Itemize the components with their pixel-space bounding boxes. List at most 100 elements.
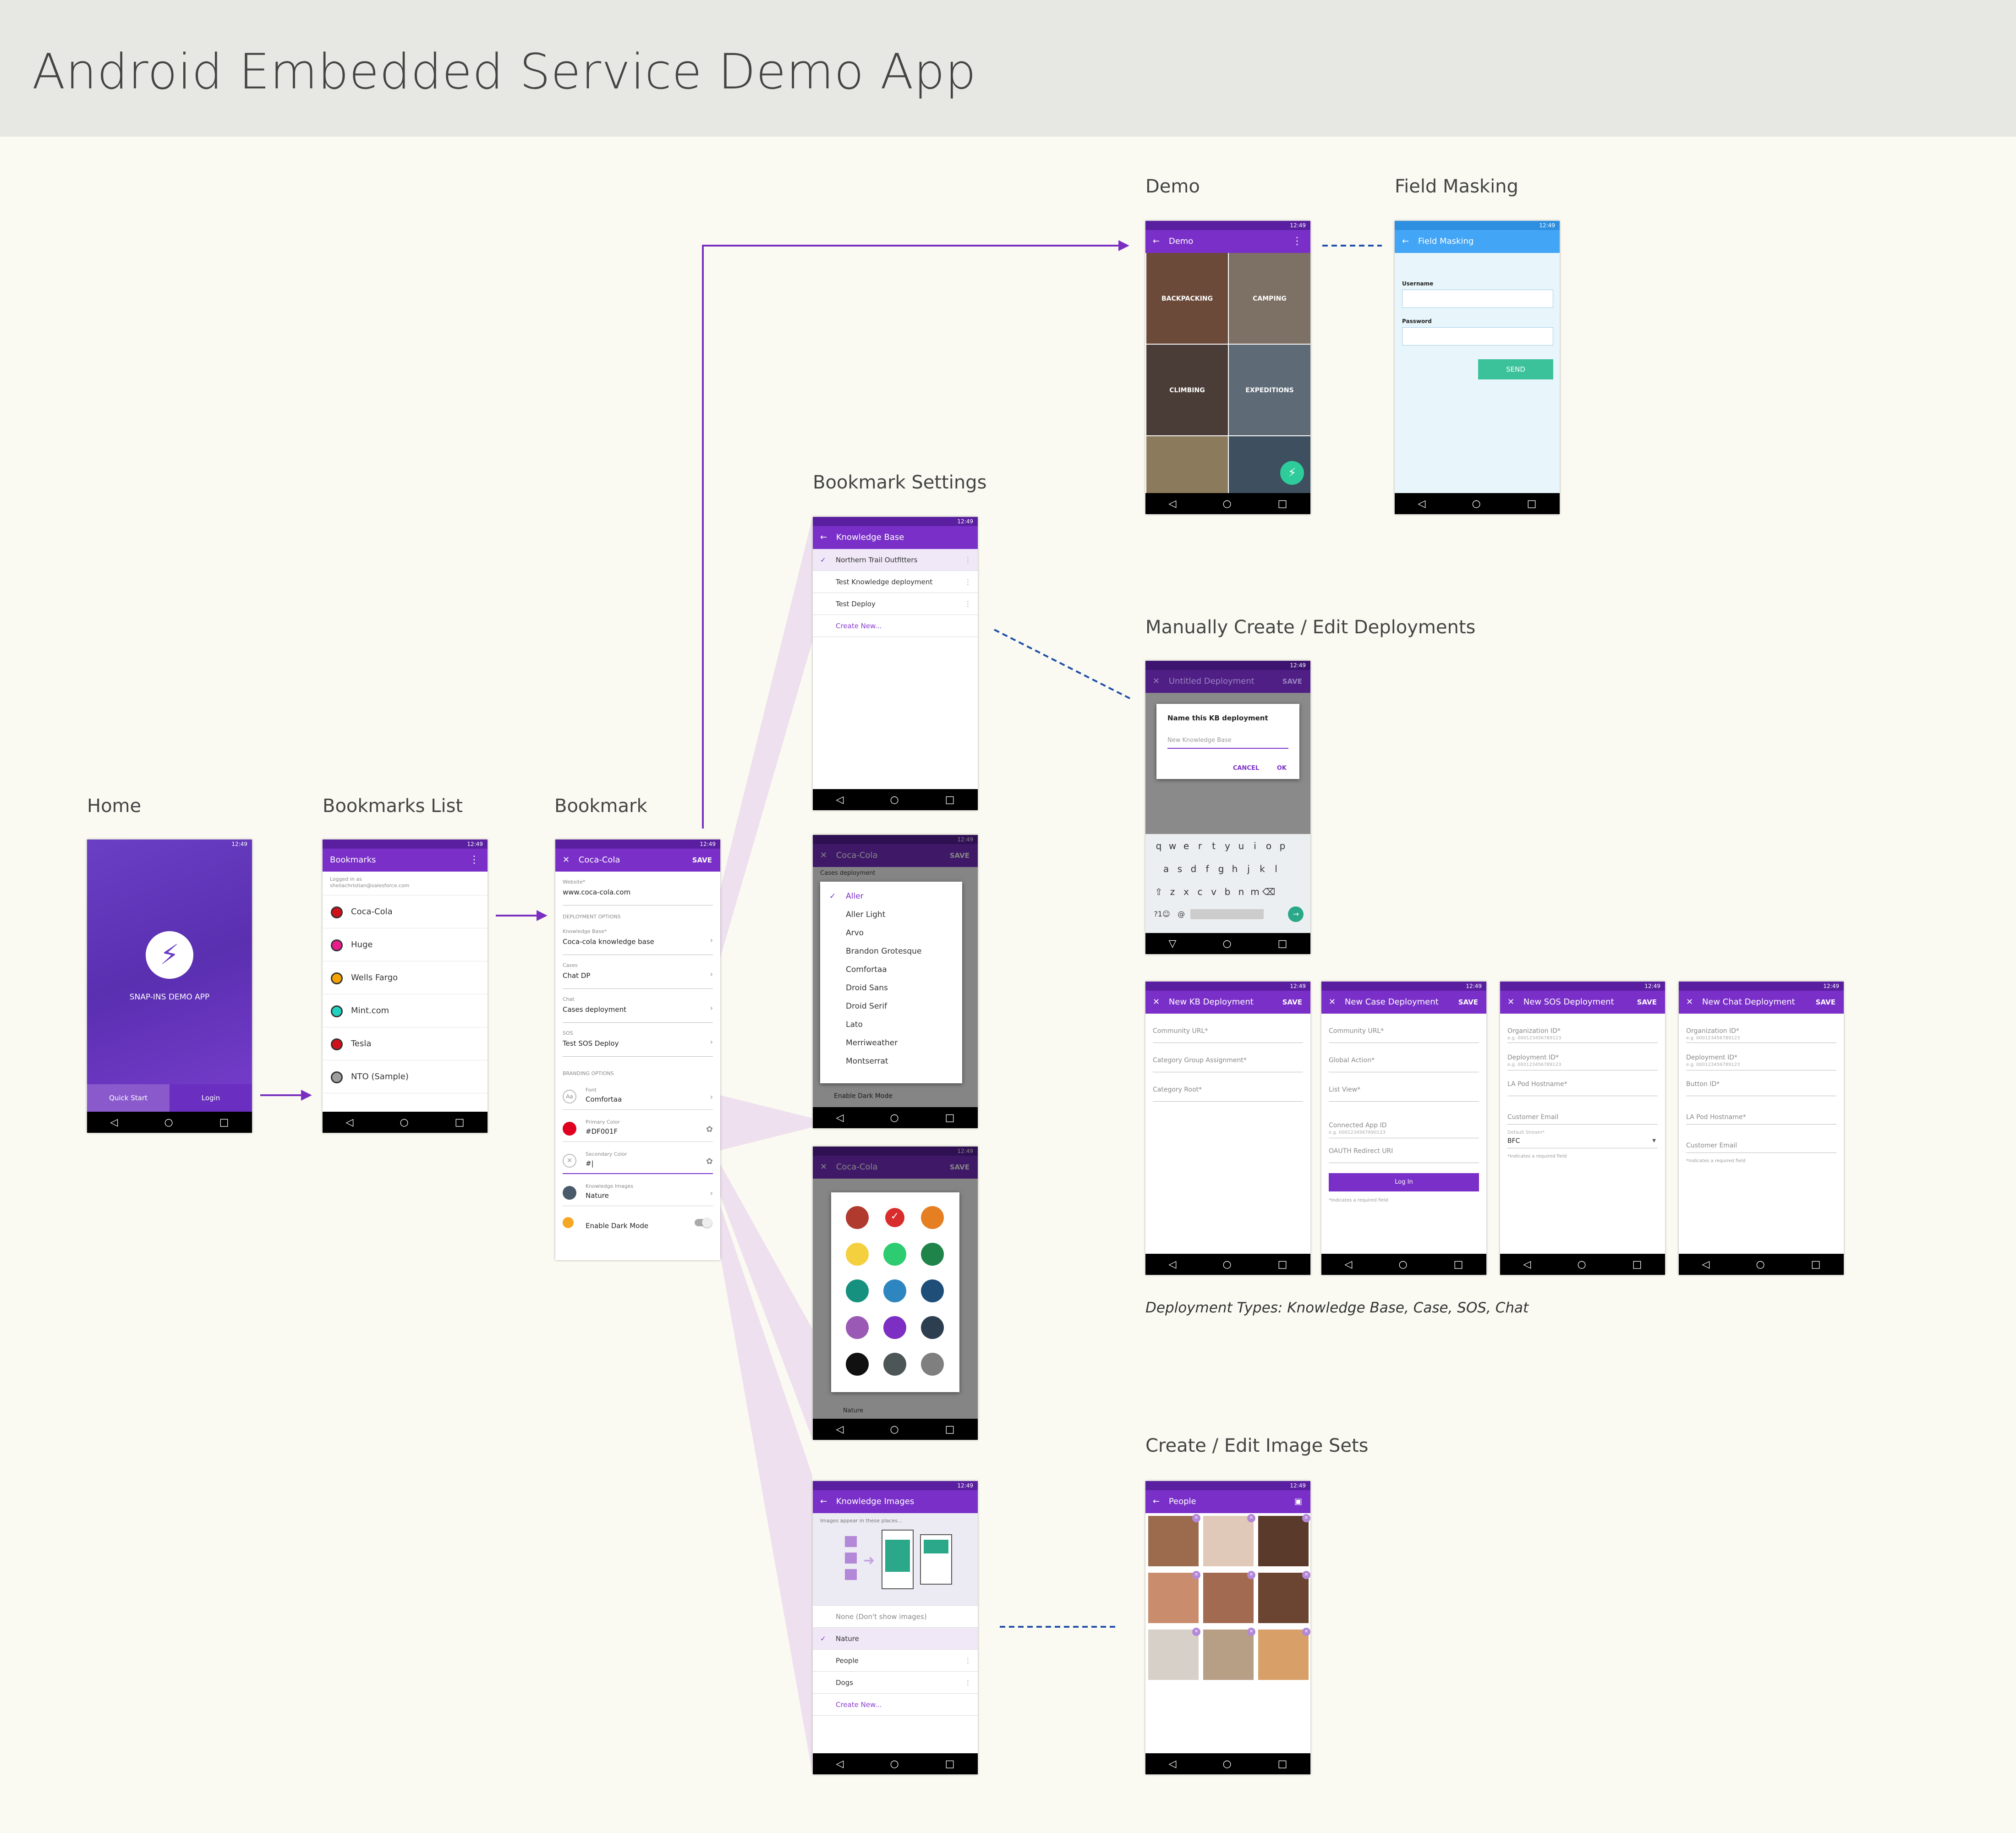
- category-tile[interactable]: EXPEDITIONS: [1229, 345, 1310, 435]
- keyboard-key[interactable]: z: [1166, 883, 1179, 901]
- recents-icon[interactable]: □: [945, 794, 955, 806]
- remove-photo-icon[interactable]: ✕: [1247, 1628, 1255, 1636]
- close-icon[interactable]: ✕: [1329, 997, 1336, 1007]
- photo-thumbnail[interactable]: ✕: [1203, 1514, 1255, 1566]
- back-arrow-icon[interactable]: ←: [1153, 236, 1160, 246]
- photo-thumbnail[interactable]: ✕: [1258, 1571, 1310, 1623]
- save-button[interactable]: SAVE: [1458, 991, 1478, 1014]
- deployment-id-field[interactable]: Deployment ID* e.g. 000123456789123: [1507, 1043, 1658, 1070]
- bookmark-row[interactable]: Huge: [323, 928, 488, 961]
- log-in-button[interactable]: Log In: [1329, 1173, 1479, 1191]
- category-tile[interactable]: CLIMBING: [1146, 345, 1228, 435]
- login-button[interactable]: Login: [170, 1084, 252, 1112]
- back-icon[interactable]: ◁: [836, 1758, 844, 1770]
- keyboard-key[interactable]: o: [1262, 837, 1276, 855]
- color-swatch[interactable]: [921, 1243, 944, 1266]
- cancel-button[interactable]: CANCEL: [1233, 765, 1259, 772]
- create-new-link[interactable]: Create New...: [813, 1694, 978, 1716]
- deployment-name-input[interactable]: New Knowledge Base: [1167, 737, 1288, 749]
- remove-photo-icon[interactable]: ✕: [1302, 1628, 1310, 1636]
- font-row[interactable]: Aa Font Comfortaa ›: [563, 1078, 713, 1110]
- keyboard-key[interactable]: f: [1200, 860, 1214, 878]
- home-icon[interactable]: ○: [1398, 1259, 1407, 1270]
- font-option[interactable]: Aller Light: [820, 906, 962, 924]
- back-icon[interactable]: ◁: [836, 1112, 844, 1124]
- bookmark-row[interactable]: Tesla: [323, 1027, 488, 1060]
- recents-icon[interactable]: □: [1278, 1758, 1287, 1770]
- remove-photo-icon[interactable]: ✕: [1247, 1571, 1255, 1579]
- home-icon[interactable]: ○: [890, 1758, 898, 1770]
- more-icon[interactable]: ⋮: [964, 1650, 971, 1672]
- enter-key[interactable]: →: [1288, 906, 1304, 922]
- secondary-color-input[interactable]: #|: [586, 1159, 594, 1168]
- list-view-field[interactable]: List View*: [1329, 1072, 1479, 1102]
- recents-icon[interactable]: □: [945, 1424, 955, 1435]
- keyboard-key[interactable]: t: [1207, 837, 1221, 855]
- keyboard-key[interactable]: h: [1228, 860, 1242, 878]
- keyboard-key[interactable]: q: [1152, 837, 1166, 855]
- remove-photo-icon[interactable]: ✕: [1192, 1571, 1200, 1579]
- kb-field[interactable]: Knowledge Base* Coca-cola knowledge base…: [563, 921, 713, 955]
- keyboard-key[interactable]: l: [1269, 860, 1283, 878]
- list-item[interactable]: Test Deploy ⋮: [813, 593, 978, 615]
- snapins-fab[interactable]: ⚡: [1280, 461, 1304, 485]
- color-swatch[interactable]: [846, 1279, 869, 1302]
- overflow-menu-icon[interactable]: ⋮: [469, 849, 479, 872]
- recents-icon[interactable]: □: [1811, 1259, 1821, 1270]
- at-key[interactable]: @: [1174, 910, 1188, 918]
- home-icon[interactable]: ○: [1222, 938, 1231, 949]
- photo-thumbnail[interactable]: ✕: [1258, 1514, 1310, 1566]
- color-swatch[interactable]: [883, 1279, 906, 1302]
- back-icon[interactable]: ◁: [1702, 1259, 1710, 1270]
- save-button[interactable]: SAVE: [1637, 991, 1657, 1014]
- keyboard-key[interactable]: m: [1248, 883, 1262, 901]
- connected-app-id-field[interactable]: Connected App ID e.g. 0001234567890123: [1329, 1102, 1479, 1138]
- keyboard-key[interactable]: n: [1234, 883, 1248, 901]
- font-option[interactable]: Montserrat: [820, 1052, 962, 1070]
- category-group-field[interactable]: Category Group Assignment*: [1153, 1043, 1303, 1072]
- font-option[interactable]: Comfortaa: [820, 960, 962, 979]
- save-button[interactable]: SAVE: [1282, 670, 1302, 693]
- username-input[interactable]: [1402, 290, 1553, 308]
- back-icon[interactable]: ◁: [1169, 498, 1177, 510]
- color-swatch[interactable]: [883, 1316, 906, 1339]
- home-icon[interactable]: ○: [890, 1424, 898, 1435]
- home-icon[interactable]: ○: [890, 794, 898, 806]
- color-swatch[interactable]: ✓: [883, 1206, 906, 1229]
- photo-thumbnail[interactable]: ✕: [1258, 1628, 1310, 1680]
- global-action-field[interactable]: Global Action*: [1329, 1043, 1479, 1072]
- knowledge-images-row[interactable]: Knowledge Images Nature ›: [563, 1174, 713, 1206]
- list-item[interactable]: Test Knowledge deployment ⋮: [813, 571, 978, 593]
- back-icon[interactable]: ◁: [346, 1117, 354, 1128]
- color-swatch[interactable]: [921, 1353, 944, 1376]
- recents-icon[interactable]: □: [1527, 498, 1537, 510]
- keyboard-key[interactable]: v: [1207, 883, 1221, 901]
- back-icon[interactable]: ◁: [1169, 1758, 1177, 1770]
- home-icon[interactable]: ○: [1756, 1259, 1764, 1270]
- chat-field[interactable]: Chat Cases deployment ›: [563, 989, 713, 1023]
- sos-field[interactable]: SOS Test SOS Deploy ›: [563, 1023, 713, 1057]
- cases-field[interactable]: Cases Chat DP ›: [563, 955, 713, 989]
- organization-id-field[interactable]: Organization ID* e.g. 000123456789123: [1507, 1014, 1658, 1043]
- deployment-id-field[interactable]: Deployment ID* e.g. 000123456789123: [1686, 1043, 1836, 1070]
- list-item[interactable]: ✓ Nature: [813, 1628, 978, 1650]
- oauth-redirect-field[interactable]: OAUTH Redirect URI: [1329, 1138, 1479, 1163]
- photo-thumbnail[interactable]: ✕: [1148, 1628, 1200, 1680]
- bookmark-row[interactable]: Coca-Cola: [323, 895, 488, 928]
- category-tile[interactable]: CAMPING: [1229, 253, 1310, 344]
- more-icon[interactable]: ⋮: [964, 571, 971, 593]
- more-icon[interactable]: ⋮: [964, 593, 971, 615]
- bookmark-row[interactable]: NTO (Sample): [323, 1060, 488, 1093]
- send-button[interactable]: SEND: [1478, 359, 1553, 379]
- keyboard-key[interactable]: u: [1234, 837, 1248, 855]
- close-icon[interactable]: ✕: [1153, 997, 1160, 1007]
- palette-icon[interactable]: ✿: [706, 1125, 713, 1134]
- bookmark-row[interactable]: Mint.com: [323, 994, 488, 1027]
- organization-id-field[interactable]: Organization ID* e.g. 000123456789123: [1686, 1014, 1836, 1043]
- recents-icon[interactable]: □: [945, 1758, 955, 1770]
- photo-thumbnail[interactable]: ✕: [1203, 1571, 1255, 1623]
- close-icon[interactable]: ✕: [1507, 997, 1514, 1007]
- back-icon[interactable]: ◁: [110, 1117, 118, 1128]
- keyboard-key[interactable]: i: [1248, 837, 1262, 855]
- quick-start-button[interactable]: Quick Start: [87, 1084, 170, 1112]
